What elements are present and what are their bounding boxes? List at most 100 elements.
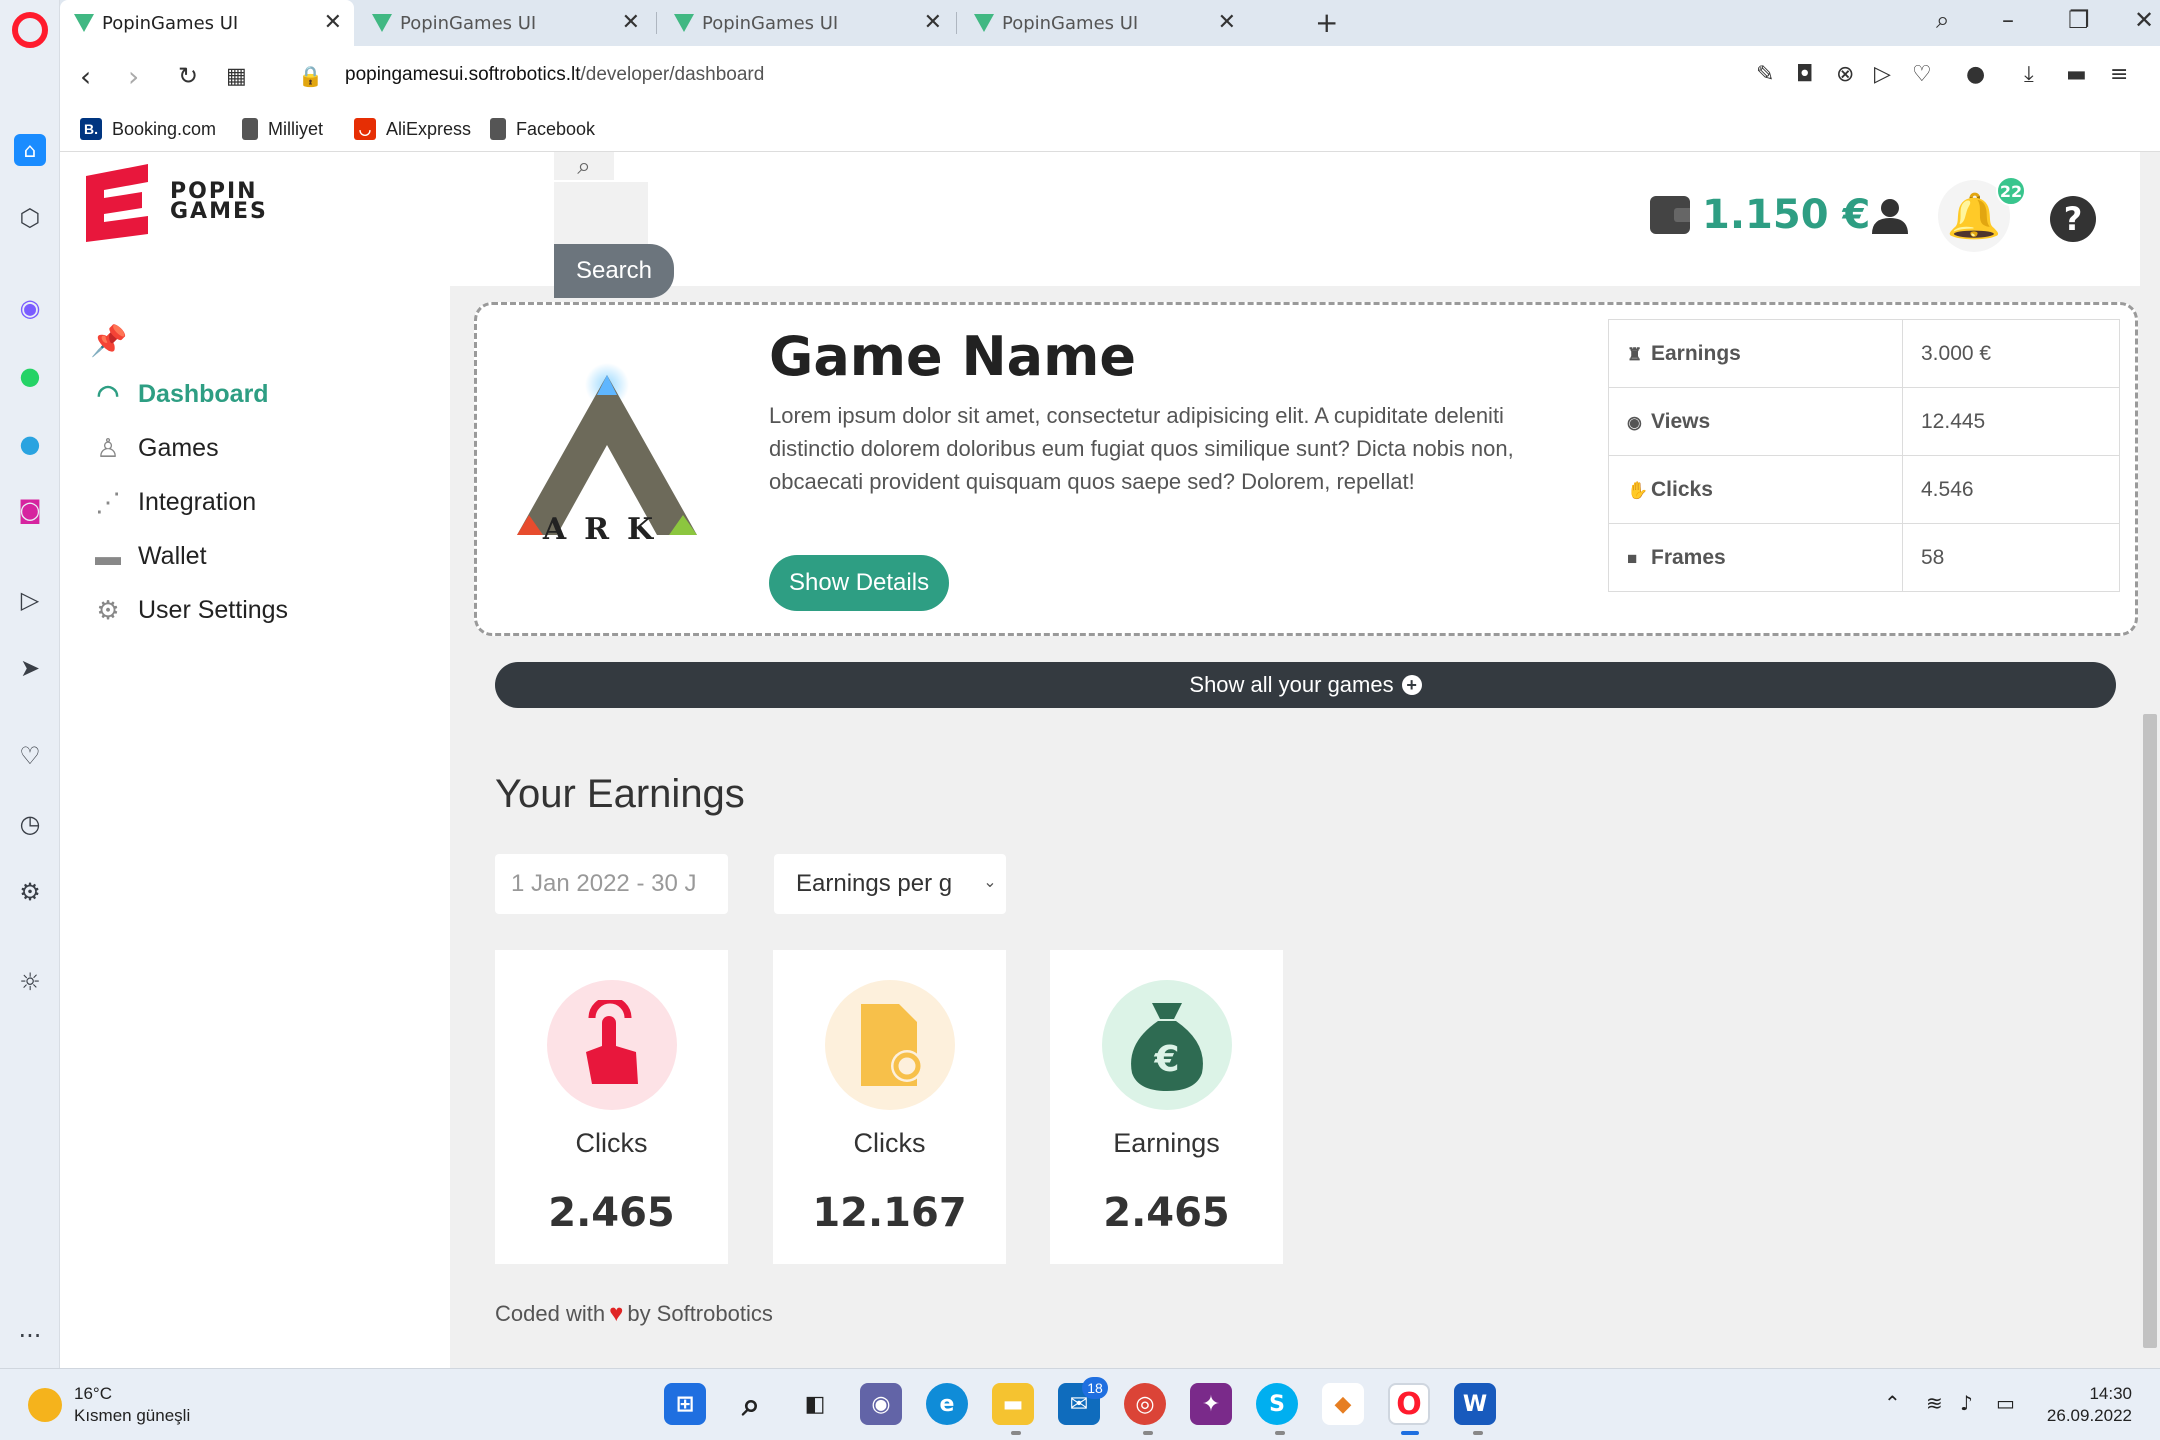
lightbulb-icon[interactable]: ☼ [14,966,46,998]
show-all-games-button[interactable]: Show all your games + [495,662,2116,708]
speed-dial-icon[interactable]: ▦ [226,64,247,89]
search-icon: ⌕ [554,152,614,180]
page-icon [490,118,506,140]
history-icon[interactable]: ◷ [14,808,46,840]
camera-icon[interactable]: ◘ [1796,62,1813,87]
page-scrollbar[interactable] [2140,152,2160,1368]
search-input[interactable] [554,182,648,244]
show-details-button[interactable]: Show Details [769,555,950,611]
cube-icon[interactable]: ⬡ [14,202,46,234]
weather-widget[interactable]: 16°C Kısmen güneşli [28,1383,190,1427]
send-icon[interactable]: ➤ [14,652,46,684]
teams-chat-icon[interactable]: ◉ [860,1383,902,1425]
nav-games[interactable]: ♙ Games [90,428,218,468]
brand-name: POPIN GAMES [170,179,268,224]
page-footer: Coded with ♥ by Softrobotics [495,1300,773,1327]
instagram-icon[interactable]: ◙ [14,494,46,526]
telegram-icon[interactable]: ● [14,428,46,460]
close-tab-icon[interactable]: ✕ [324,10,342,35]
download-icon[interactable]: ⤓ [2024,62,2034,87]
game-logo-image: ARK [517,363,697,547]
settings-icon[interactable]: ⚙ [14,876,46,908]
sublime-icon[interactable]: ◆ [1322,1383,1364,1425]
bookmark-aliexpress[interactable]: ◡ AliExpress [354,118,471,140]
task-view-icon[interactable]: ◧ [794,1383,836,1425]
search-icon[interactable]: ⌕ [730,1383,772,1425]
messenger-icon[interactable]: ◉ [14,292,46,324]
wifi-icon[interactable]: ≋ [1926,1391,1943,1415]
tab-popingames-2[interactable]: PopinGames UI ✕ [358,0,652,46]
heart-icon[interactable]: ♡ [14,740,46,772]
date-range-input[interactable]: 1 Jan 2022 - 30 J [495,854,728,914]
player-icon[interactable]: ▷ [14,584,46,616]
nav-wallet[interactable]: ▬ Wallet [90,536,207,576]
close-tab-icon[interactable]: ✕ [622,10,640,35]
scrollbar-thumb[interactable] [2143,714,2157,1348]
forward-button[interactable]: › [128,60,139,93]
reload-button[interactable]: ↻ [178,62,198,90]
opera-logo-icon[interactable] [12,12,48,48]
search-tabs-icon[interactable]: ⌕ [1936,6,1949,34]
chrome-icon[interactable]: ◎ [1124,1383,1166,1425]
home-icon[interactable]: ⌂ [14,134,46,166]
flow-icon[interactable]: ▷ [1874,62,1891,87]
bookmark-milliyet[interactable]: Milliyet [242,118,323,140]
bookmark-facebook[interactable]: Facebook [490,118,595,140]
wallet-balance[interactable]: 1.150 € [1650,192,1870,238]
game-app-icon[interactable]: ✦ [1190,1383,1232,1425]
edge-icon[interactable]: e [926,1383,968,1425]
table-row: ✋ Clicks 4.546 [1608,455,2120,524]
game-title: Game Name [769,325,1136,388]
kpi-card-earnings: € Earnings 2.465 [1050,950,1283,1264]
volume-icon[interactable]: ♪ [1960,1391,1973,1415]
skype-icon[interactable]: S [1256,1383,1298,1425]
word-icon[interactable]: W [1454,1383,1496,1425]
easy-setup-icon[interactable]: ≡ [2110,62,2128,87]
gauge-icon: ◠ [96,378,120,409]
adblock-icon[interactable]: ⊗ [1836,62,1854,87]
back-button[interactable]: ‹ [80,60,91,93]
nav-dashboard[interactable]: ◠ Dashboard [90,374,269,414]
opera-sidebar: ⌂ ⬡ ◉ ● ● ◙ ▷ ➤ ♡ ◷ ⚙ ☼ ··· [0,0,60,1368]
close-tab-icon[interactable]: ✕ [1218,10,1236,35]
search-button[interactable]: Search [554,244,674,298]
restore-button[interactable]: ❐ [2068,6,2090,34]
featured-game-card: ARK Game Name Lorem ipsum dolor sit amet… [474,302,2138,636]
system-clock[interactable]: 14:30 26.09.2022 [2047,1383,2132,1427]
battery-icon[interactable]: ▭ [1996,1391,2015,1415]
nav-user-settings[interactable]: ⚙ User Settings [90,590,288,630]
earnings-type-select[interactable]: Earnings per g ⌄ [774,854,1006,914]
profile-icon[interactable]: ● [1966,62,1985,87]
tab-bar: PopinGames UI ✕ PopinGames UI ✕ PopinGam… [60,0,2160,46]
user-icon[interactable] [1870,196,1910,236]
more-icon[interactable]: ··· [14,1320,46,1352]
help-icon[interactable]: ? [2050,196,2096,242]
battery-saver-icon[interactable]: ▬ [2066,62,2087,87]
favorite-icon[interactable]: ♡ [1912,62,1932,87]
vue-icon [372,14,392,32]
new-tab-button[interactable]: + [1315,6,1338,39]
close-window-button[interactable]: ✕ [2134,6,2154,34]
snapshot-edit-icon[interactable]: ✎ [1756,62,1774,87]
tab-popingames-4[interactable]: PopinGames UI ✕ [960,0,1300,46]
minimize-button[interactable]: – [2002,6,2014,34]
windows-start-icon[interactable]: ⊞ [664,1383,706,1425]
bookmark-booking[interactable]: B. Booking.com [80,118,216,140]
pin-sidebar-icon[interactable]: 📌 [90,324,127,359]
close-tab-icon[interactable]: ✕ [924,10,942,35]
whatsapp-icon[interactable]: ● [14,360,46,392]
hand-icon: ✋ [1627,480,1649,500]
tab-popingames-3[interactable]: PopinGames UI ✕ [660,0,954,46]
file-explorer-icon[interactable]: ▬ [992,1383,1034,1425]
url-field[interactable]: popingamesui.softrobotics.lt/developer/d… [345,64,764,86]
vue-icon [74,14,94,32]
popin-games-logo[interactable] [82,162,154,242]
page-icon [242,118,258,140]
nav-integration[interactable]: ⋰ Integration [90,482,256,522]
plus-circle-icon: + [1401,675,1422,695]
square-icon: ■ [1627,548,1638,568]
tray-chevron-up-icon[interactable]: ⌃ [1884,1391,1901,1415]
tab-popingames-1[interactable]: PopinGames UI ✕ [60,0,354,46]
wallet-icon: ▬ [95,540,121,571]
opera-taskbar-icon[interactable]: O [1388,1383,1430,1425]
